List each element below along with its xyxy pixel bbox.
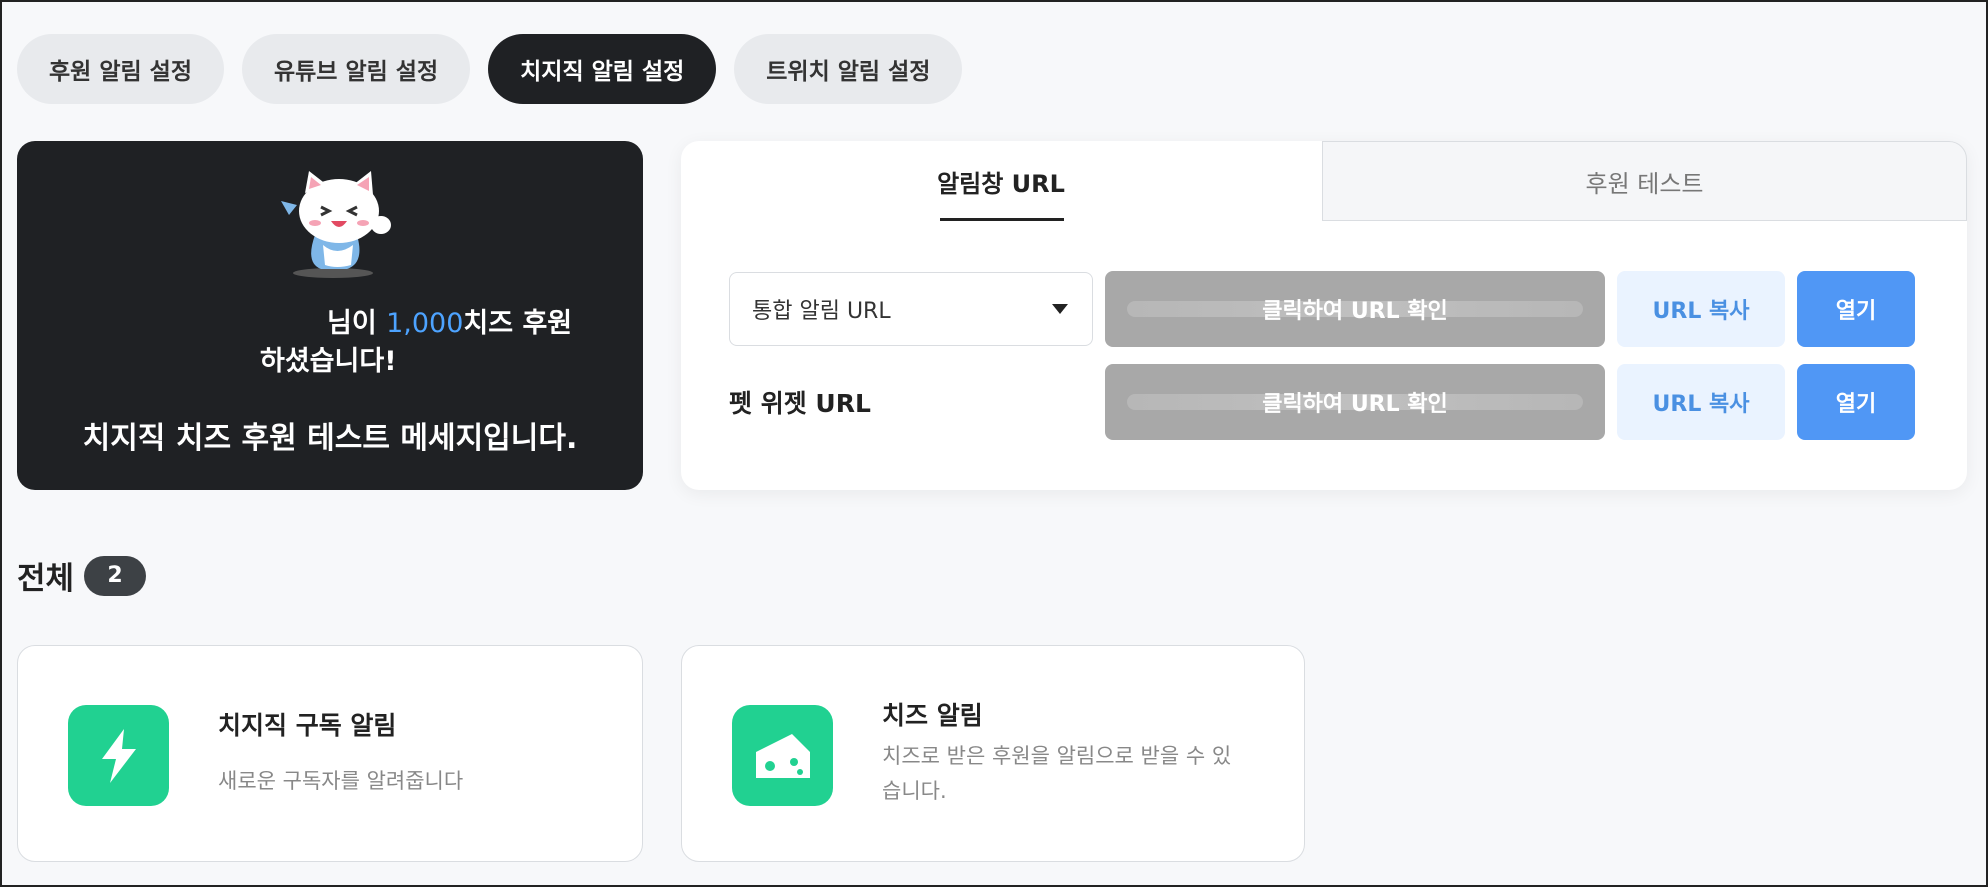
active-tab-underline [940,218,1064,221]
cheese-alert-card[interactable]: 치즈 알림 치즈로 받은 후원을 알림으로 받을 수 있 습니다. [681,645,1305,862]
card-description: 새로운 구독자를 알려줍니다 [218,769,464,793]
pet-url-reveal-field[interactable]: 클릭하여 URL 확인 [1105,364,1605,440]
donation-text-line1: 님이 1,000치즈 후원 [327,308,573,339]
caret-down-icon [1052,304,1068,314]
tab-youtube-alert[interactable]: 유튜브 알림 설정 [241,34,471,104]
donation-text-line2: 하셨습니다! [260,346,397,377]
pet-widget-url-row: 펫 위젯 URL 클릭하여 URL 확인 URL 복사 열기 [729,364,1915,440]
tab-donation-alert[interactable]: 후원 알림 설정 [17,34,224,104]
count-badge: 2 [84,555,147,596]
subscription-alert-card[interactable]: 치지직 구독 알림 새로운 구독자를 알려줍니다 [17,645,643,862]
list-title: 전체 [17,561,75,597]
integrated-url-row: 통합 알림 URL 클릭하여 URL 확인 URL 복사 열기 [729,271,1915,347]
tab-donation-test[interactable]: 후원 테스트 [1322,141,1967,221]
url-reveal-field[interactable]: 클릭하여 URL 확인 [1105,271,1605,347]
tab-twitch-alert[interactable]: 트위치 알림 설정 [734,34,963,104]
donation-message: 치지직 치즈 후원 테스트 메세지입니다. [82,421,578,456]
pet-widget-url-label: 펫 위젯 URL [729,389,871,418]
tab-alert-url[interactable]: 알림창 URL [681,141,1321,221]
donation-amount: 1,000 [386,308,464,339]
tab-chzzk-alert[interactable]: 치지직 알림 설정 [488,34,717,104]
cheese-icon [732,705,833,806]
alert-preview: 님이 1,000치즈 후원 하셨습니다! 치지직 치즈 후원 테스트 메세지입니… [17,141,643,490]
copy-url-button[interactable]: URL 복사 [1617,271,1785,347]
url-type-select[interactable]: 통합 알림 URL [729,272,1093,346]
pet-open-button[interactable]: 열기 [1797,364,1915,440]
card-title: 치즈 알림 [882,701,983,730]
card-description: 치즈로 받은 후원을 알림으로 받을 수 있 습니다. [882,744,1232,803]
lightning-icon [68,705,169,806]
url-panel: 알림창 URL 후원 테스트 통합 알림 URL 클릭하여 URL 확인 URL… [681,141,1967,490]
cat-mascot-icon [281,171,391,278]
alert-settings-tabs: 후원 알림 설정 유튜브 알림 설정 치지직 알림 설정 트위치 알림 설정 [17,34,963,104]
card-title: 치지직 구독 알림 [218,711,397,740]
list-header: 전체 2 [17,553,147,598]
open-button[interactable]: 열기 [1797,271,1915,347]
pet-copy-url-button[interactable]: URL 복사 [1617,364,1785,440]
